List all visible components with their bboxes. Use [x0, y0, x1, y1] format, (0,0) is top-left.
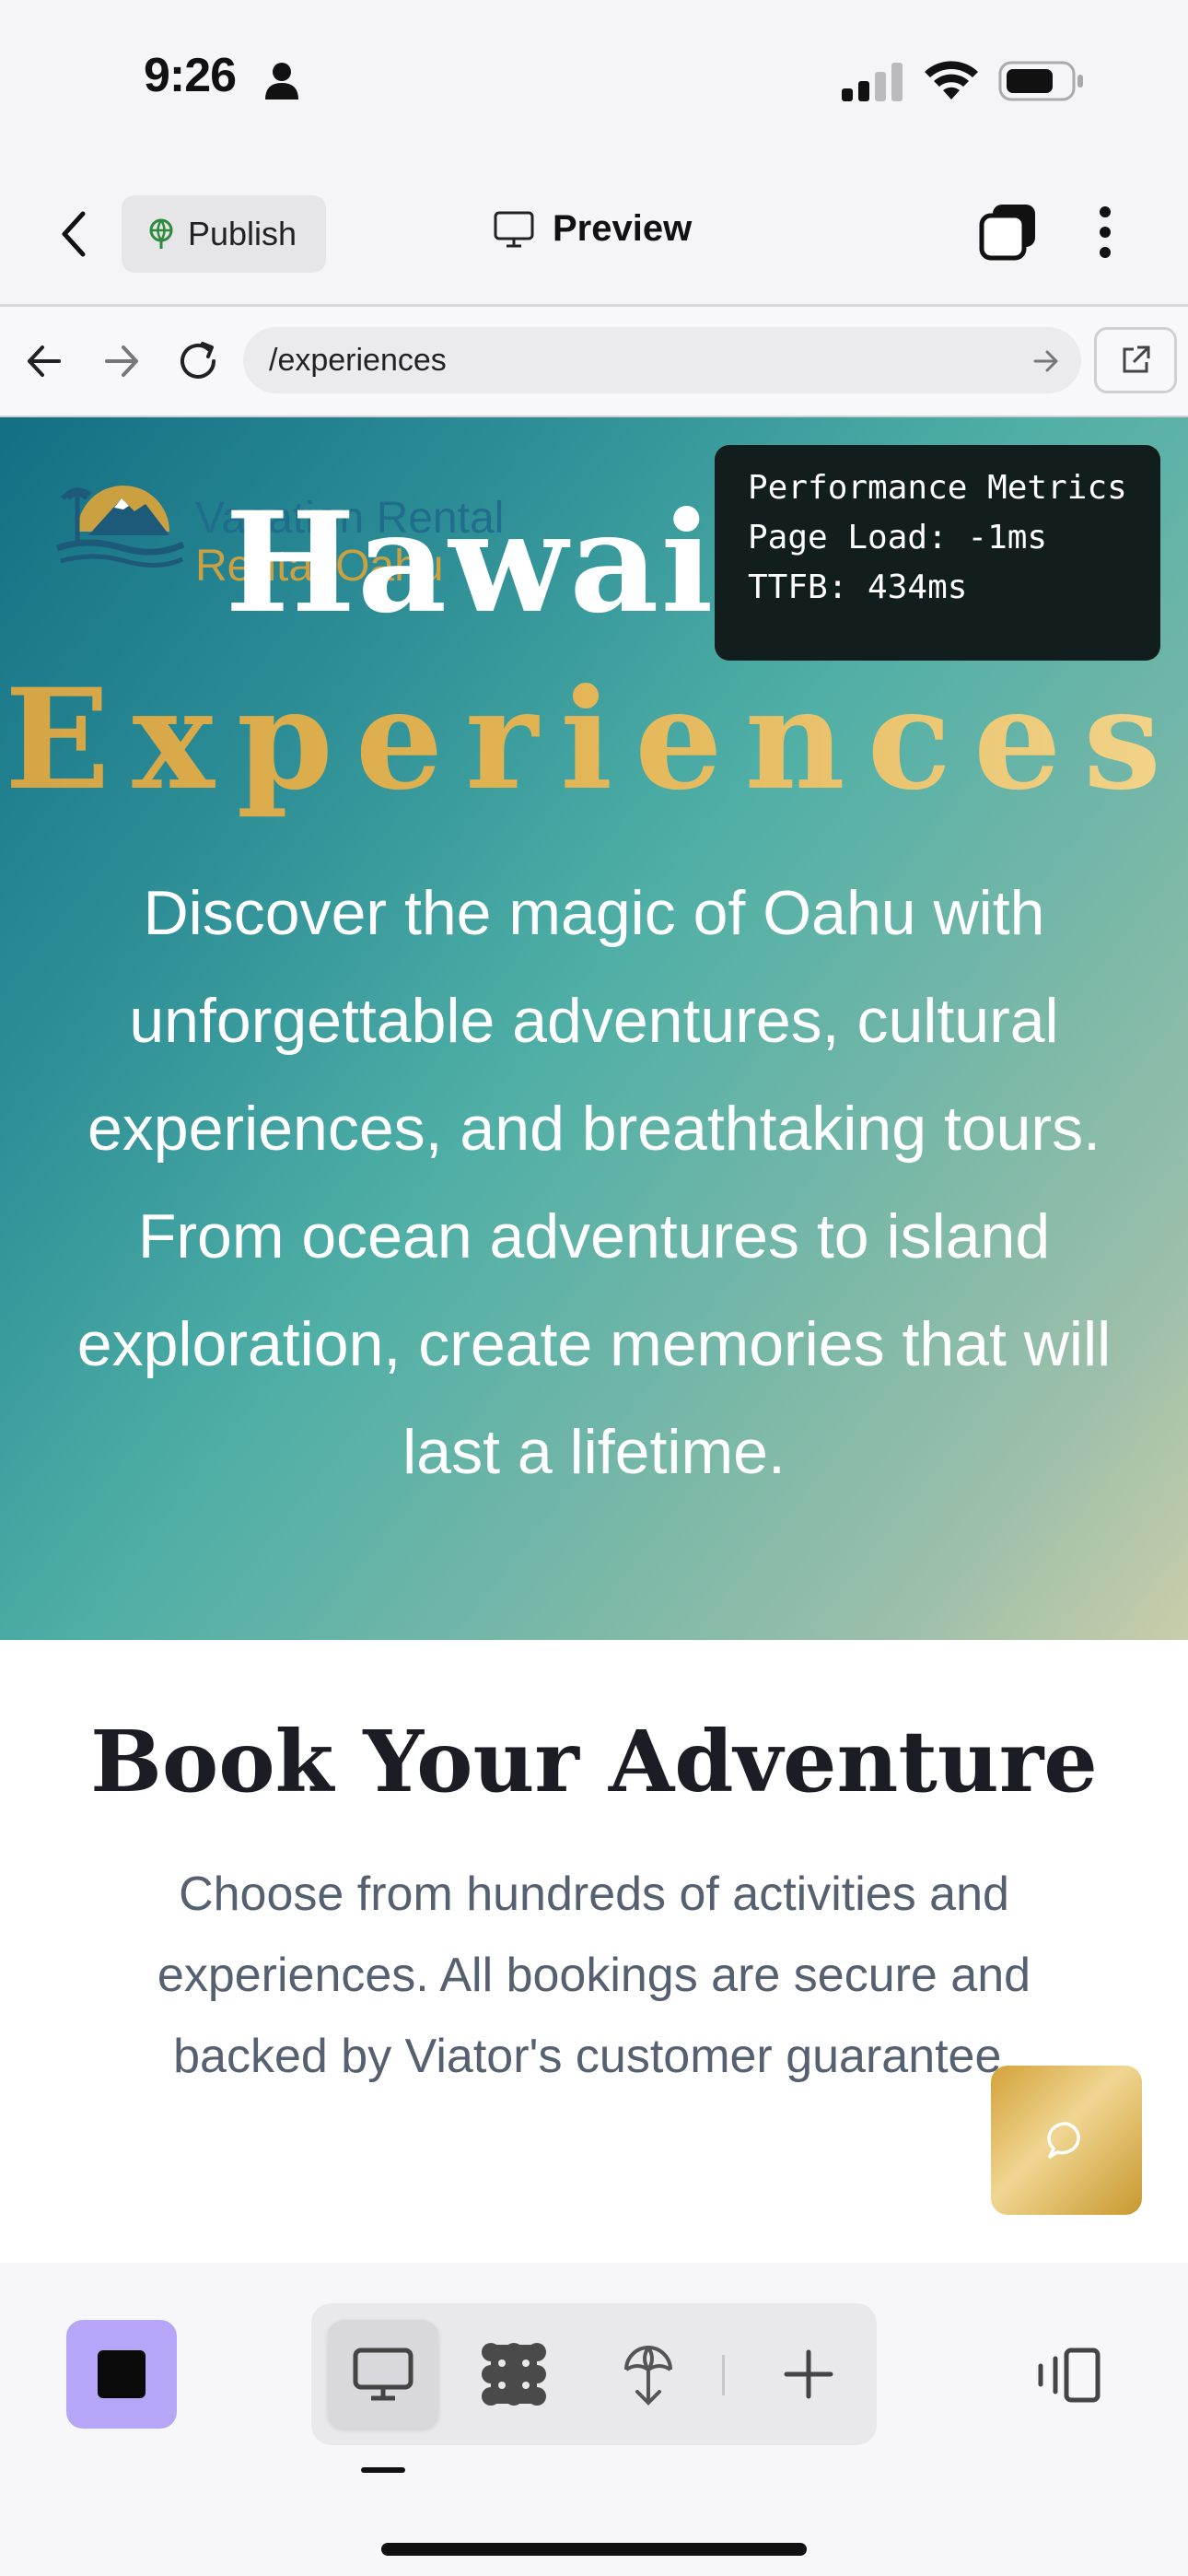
open-external-button[interactable]	[1094, 327, 1177, 393]
monitor-icon	[494, 211, 534, 247]
wifi-icon	[925, 61, 978, 100]
view-mode-switcher	[311, 2303, 877, 2445]
stop-button[interactable]	[66, 2320, 177, 2429]
bottom-toolbar	[0, 2263, 1188, 2576]
hero-description: Discover the magic of Oahu with unforget…	[76, 878, 1112, 1487]
page-load-metric: Page Load: -1ms	[748, 519, 1048, 556]
desktop-view-button[interactable]	[328, 2320, 438, 2429]
book-title: Book Your Adventure	[90, 1712, 1098, 1811]
plus-icon	[784, 2349, 833, 2399]
person-icon	[265, 63, 298, 100]
more-icon[interactable]	[1094, 205, 1116, 260]
browser-bar: /experiences	[0, 307, 1188, 417]
back-chevron-icon[interactable]	[59, 210, 87, 258]
preview-title: Preview	[494, 208, 692, 250]
tabs-icon[interactable]	[978, 203, 1037, 262]
signal-icon	[842, 63, 903, 101]
chat-icon	[1047, 2122, 1080, 2159]
performance-title: Performance Metrics	[748, 469, 1127, 507]
external-link-icon	[1123, 345, 1150, 373]
tree-icon	[624, 2346, 672, 2406]
ttfb-metric: TTFB: 434ms	[748, 568, 968, 606]
grid-icon	[482, 2343, 546, 2406]
status-bar: 9:26	[0, 0, 1188, 166]
publish-label: Publish	[188, 215, 297, 252]
globe-icon	[149, 218, 173, 249]
go-arrow-icon[interactable]	[1033, 349, 1059, 373]
status-time: 9:26	[144, 49, 237, 102]
publish-button[interactable]: Publish	[122, 195, 326, 273]
components-button[interactable]	[459, 2320, 569, 2429]
performance-metrics-panel: Performance Metrics Page Load: -1ms TTFB: …	[715, 445, 1160, 661]
home-indicator	[381, 2543, 807, 2556]
device-panel-icon[interactable]	[1031, 2348, 1101, 2403]
app-toolbar: Publish Preview	[0, 166, 1188, 307]
add-button[interactable]	[753, 2320, 864, 2429]
book-description: Choose from hundreds of activities and e…	[157, 1868, 1031, 2083]
reload-icon[interactable]	[177, 340, 221, 382]
arrow-right-icon[interactable]	[103, 344, 140, 379]
preview-label: Preview	[553, 208, 693, 249]
chat-button[interactable]	[991, 2066, 1142, 2215]
stop-icon	[98, 2350, 146, 2398]
active-tab-indicator	[361, 2467, 405, 2473]
hero-title-line-2: Experiences	[0, 659, 1188, 821]
desktop-icon	[353, 2348, 413, 2401]
url-text: /experiences	[269, 342, 447, 378]
arrow-left-icon[interactable]	[26, 344, 63, 379]
url-field[interactable]: /experiences	[243, 327, 1081, 393]
battery-icon	[998, 61, 1083, 101]
divider	[722, 2355, 725, 2395]
publish-tree-button[interactable]	[593, 2320, 704, 2429]
